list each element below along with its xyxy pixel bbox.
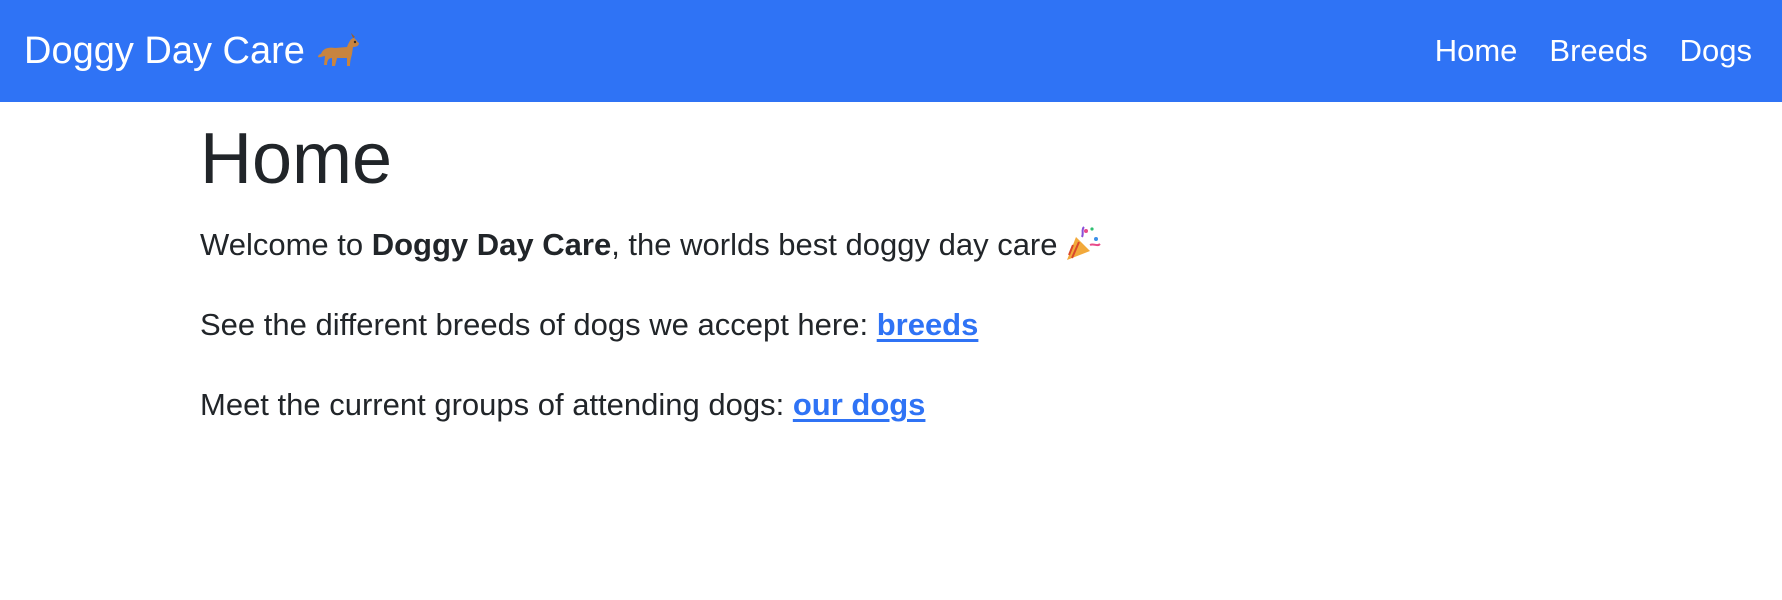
party-popper-icon	[1066, 226, 1101, 261]
nav-links: Home Breeds Dogs	[1435, 33, 1752, 69]
breeds-link[interactable]: breeds	[877, 306, 979, 343]
welcome-prefix: Welcome to	[200, 226, 372, 262]
brand-text: Doggy Day Care	[24, 29, 305, 72]
main-content: Home Welcome to Doggy Day Care, the worl…	[200, 119, 1580, 424]
breeds-text-prefix: See the different breeds of dogs we acce…	[200, 307, 877, 343]
dog-icon	[317, 33, 359, 66]
nav-link-dogs[interactable]: Dogs	[1680, 33, 1752, 69]
welcome-suffix: , the worlds best doggy day care	[611, 226, 1058, 262]
dogs-text-prefix: Meet the current groups of attending dog…	[200, 387, 793, 423]
navbar: Doggy Day Care Home Breeds Dogs	[0, 0, 1782, 102]
breeds-text: See the different breeds of dogs we acce…	[200, 306, 1580, 343]
our-dogs-link[interactable]: our dogs	[793, 386, 926, 423]
nav-link-breeds[interactable]: Breeds	[1549, 33, 1647, 69]
page-title: Home	[200, 119, 393, 199]
dogs-text: Meet the current groups of attending dog…	[200, 386, 1580, 423]
nav-link-home[interactable]: Home	[1435, 33, 1518, 69]
welcome-text: Welcome to Doggy Day Care, the worlds be…	[200, 225, 1580, 263]
welcome-brand: Doggy Day Care	[371, 226, 612, 262]
brand-link[interactable]: Doggy Day Care	[24, 30, 361, 73]
